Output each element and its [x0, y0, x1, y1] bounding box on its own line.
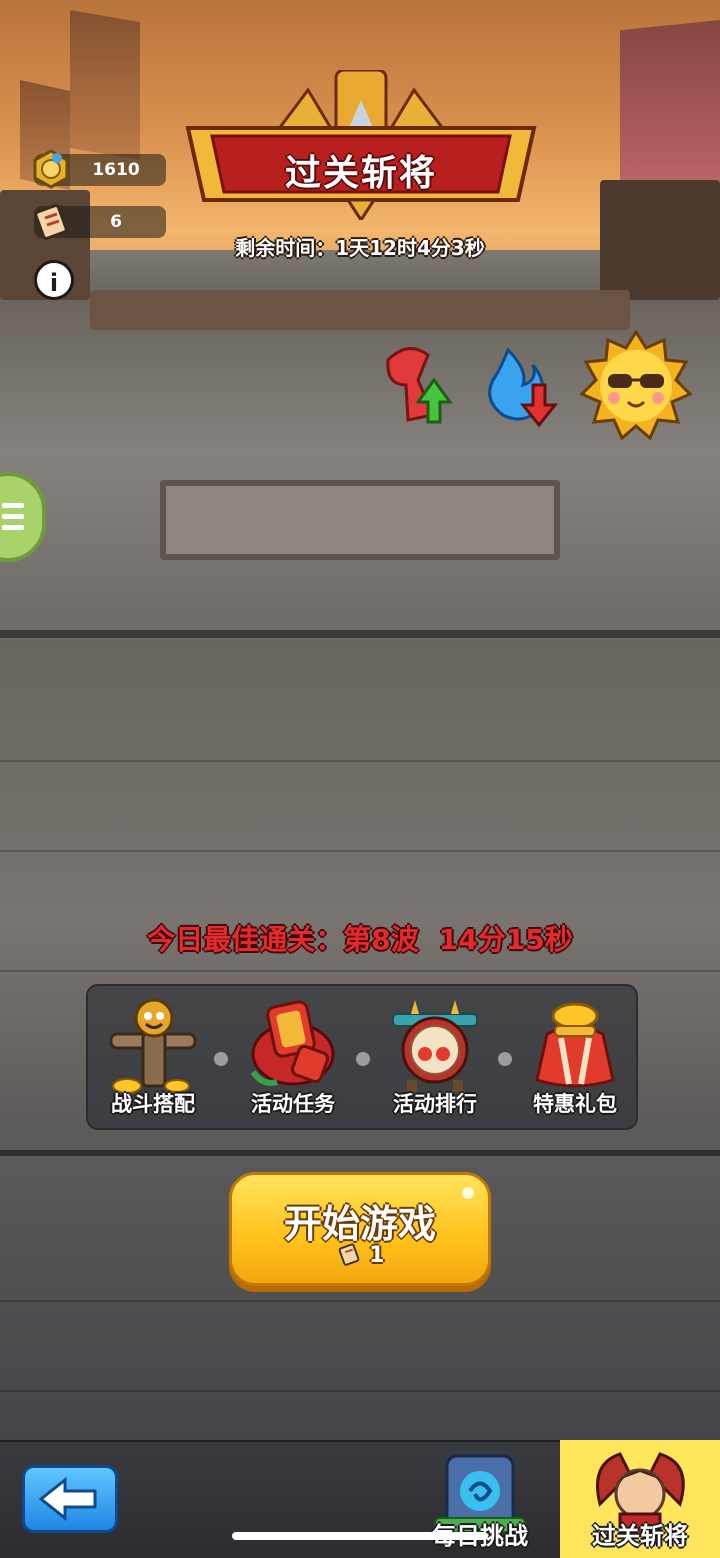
- gift-bag-icon: [535, 1002, 615, 1088]
- plank-line: [0, 1300, 720, 1302]
- separator-dot: [214, 1052, 228, 1066]
- plank-line: [0, 760, 720, 762]
- ticket-scroll-icon: [338, 1243, 359, 1266]
- remaining-time: 剩余时间：1天12时4分3秒: [235, 236, 485, 260]
- best-record-time: 14分15秒: [438, 923, 573, 956]
- feature-event-ranking[interactable]: 活动排行: [370, 986, 500, 1132]
- feature-label: 活动任务: [251, 1092, 335, 1116]
- scarecrow-icon: [109, 998, 197, 1094]
- start-game-cost-value: 1: [369, 1243, 385, 1268]
- ship-hull-right: [600, 180, 720, 300]
- separator-dot: [356, 1052, 370, 1066]
- feature-special-gift[interactable]: 特惠礼包: [510, 986, 640, 1132]
- plank-line: [0, 970, 720, 972]
- feature-panel: 战斗搭配 活动任务 活动排行 特惠礼包: [86, 984, 638, 1130]
- coin-counter[interactable]: 1610: [33, 149, 166, 189]
- back-arrow-icon: [38, 1476, 97, 1522]
- ticket-counter[interactable]: 6: [34, 204, 166, 240]
- feature-label: 活动排行: [393, 1092, 477, 1116]
- menu-lines-icon: [2, 503, 24, 530]
- feature-label: 特惠礼包: [533, 1092, 617, 1116]
- tab-label: 过关斩将: [592, 1522, 688, 1550]
- deck-hatch: [160, 480, 560, 560]
- info-button[interactable]: i: [34, 260, 74, 300]
- plank-line: [0, 1390, 720, 1392]
- feature-battle-setup[interactable]: 战斗搭配: [88, 986, 218, 1132]
- feature-event-tasks[interactable]: 活动任务: [228, 986, 358, 1132]
- start-game-button[interactable]: 开始游戏 1: [229, 1172, 491, 1286]
- sunglasses-sun-button[interactable]: [579, 329, 693, 442]
- ship-sail-right: [620, 20, 720, 190]
- banner-title: 过关斩将: [284, 153, 437, 194]
- home-indicator[interactable]: [232, 1532, 488, 1540]
- ship-sail-left: [70, 10, 140, 160]
- title-banner: 过关斩将: [178, 68, 544, 223]
- sunglasses-sun-icon: [579, 329, 693, 441]
- war-drum-icon: [392, 1000, 478, 1092]
- start-game-label: 开始游戏: [283, 1202, 436, 1246]
- start-game-cost: 1: [232, 1241, 488, 1268]
- plank-line: [0, 1150, 720, 1156]
- plank-line: [0, 850, 720, 852]
- ticket-value: 6: [110, 212, 122, 232]
- medal-coin-icon: [33, 149, 69, 189]
- feature-label: 战斗搭配: [111, 1092, 195, 1116]
- fire-down-icon: [488, 347, 559, 428]
- best-record-wave: 今日最佳通关：第8波: [147, 923, 419, 956]
- deck-rail: [90, 290, 630, 330]
- token-shield-icon: [250, 1000, 335, 1086]
- best-record: 今日最佳通关：第8波 14分15秒: [0, 918, 720, 958]
- deck-edge: [0, 630, 720, 638]
- attack-up-icon: [386, 347, 453, 424]
- tab-level-challenge[interactable]: 过关斩将: [560, 1440, 720, 1558]
- attack-up-buff[interactable]: [378, 340, 458, 430]
- back-button[interactable]: [22, 1465, 118, 1533]
- tab-daily-challenge[interactable]: 每日挑战: [400, 1440, 560, 1558]
- coin-value: 1610: [92, 160, 140, 180]
- ticket-scroll-icon: [34, 204, 68, 240]
- fire-down-buff[interactable]: [478, 340, 559, 430]
